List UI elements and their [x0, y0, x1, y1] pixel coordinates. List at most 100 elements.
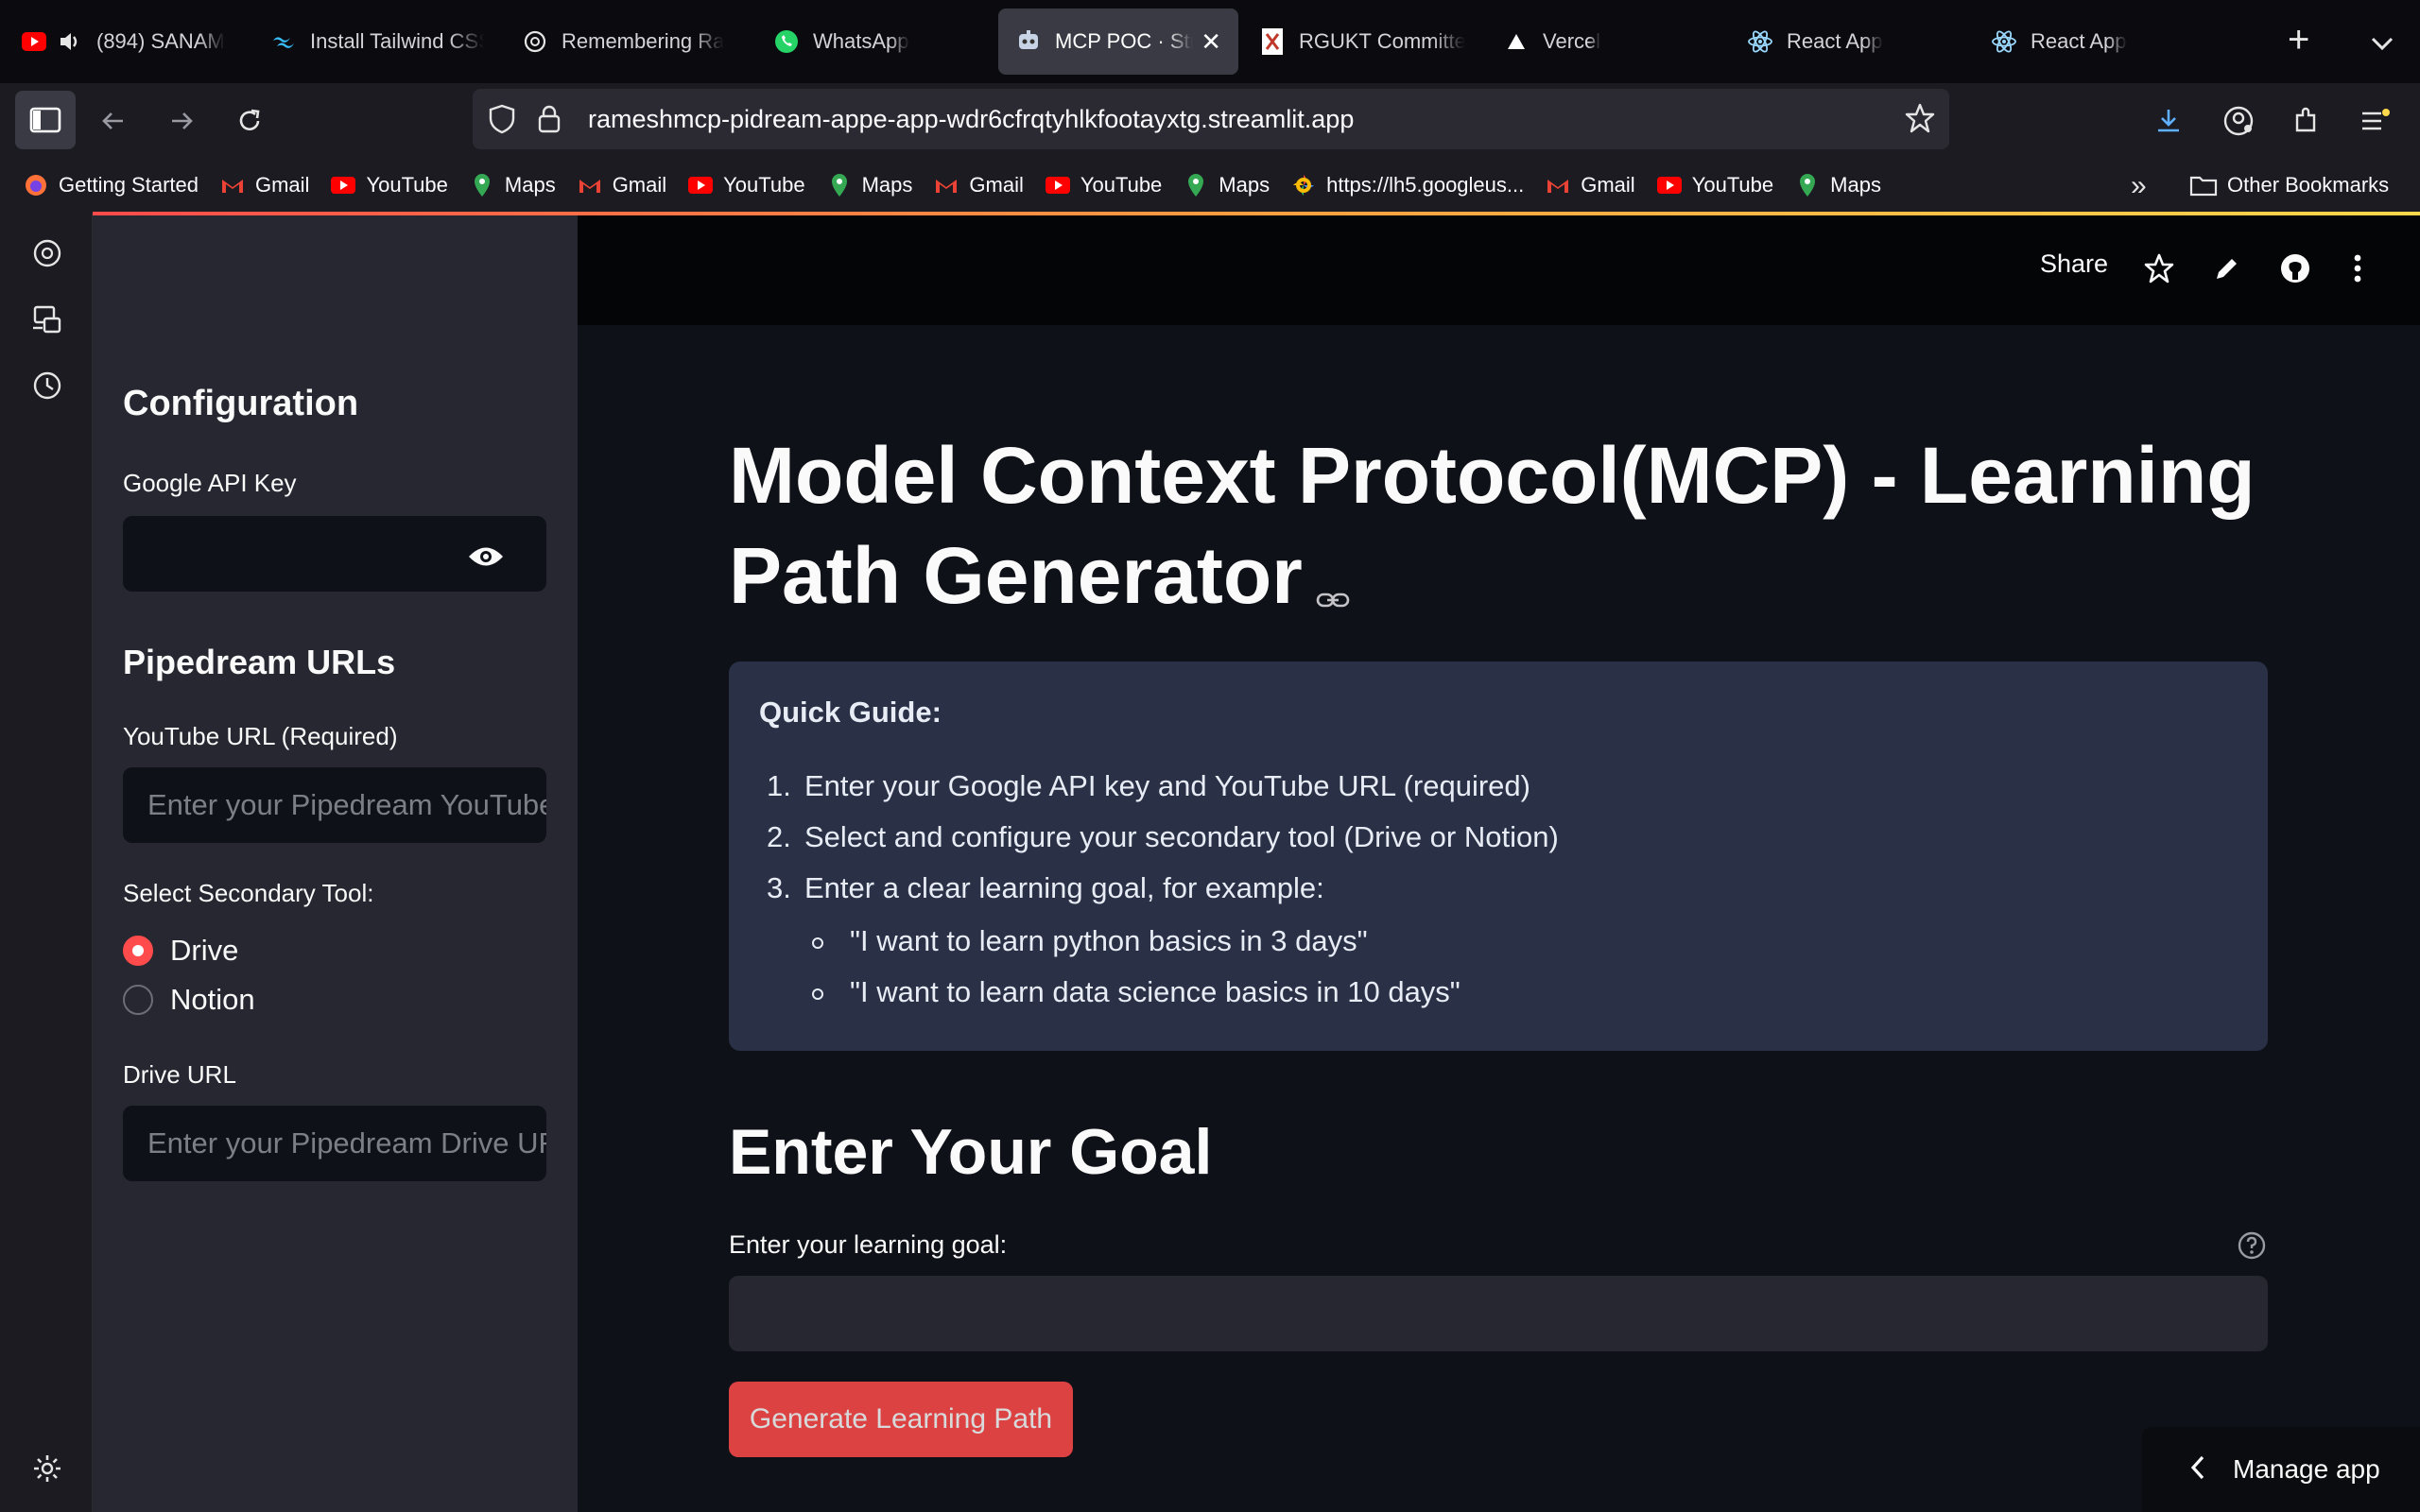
- sidebar-toggle-button[interactable]: [15, 91, 76, 149]
- browser-tab[interactable]: Vercel: [1486, 9, 1726, 75]
- browser-tab[interactable]: React App: [1730, 9, 1970, 75]
- github-icon[interactable]: [2276, 249, 2314, 287]
- downloads-icon[interactable]: [2150, 102, 2187, 140]
- tab-label: React App: [1787, 29, 1883, 53]
- radio-label: Notion: [170, 983, 255, 1016]
- maps-icon: [826, 174, 853, 197]
- bookmark-item[interactable]: Gmail: [219, 173, 309, 198]
- share-button[interactable]: Share: [2040, 249, 2108, 279]
- bullet-icon: [812, 936, 823, 949]
- browser-tab[interactable]: Install Tailwind CSS: [253, 9, 501, 75]
- reload-icon[interactable]: [231, 102, 268, 140]
- url-bar[interactable]: rameshmcp-pidream-appe-app-wdr6cfrqtyhlk…: [473, 89, 1949, 149]
- more-bookmarks-icon[interactable]: »: [2131, 170, 2147, 202]
- browser-tab-active[interactable]: MCP POC · Str ✕: [998, 9, 1238, 75]
- url-text: rameshmcp-pidream-appe-app-wdr6cfrqtyhlk…: [588, 104, 1355, 133]
- radio-option-notion[interactable]: Notion: [123, 983, 255, 1017]
- bookmark-item[interactable]: Maps: [1794, 173, 1881, 198]
- other-bookmarks[interactable]: Other Bookmarks: [2189, 157, 2389, 214]
- shield-icon[interactable]: [488, 104, 516, 139]
- account-icon[interactable]: [2220, 102, 2257, 140]
- browser-tab[interactable]: RGUKT Committe: [1242, 9, 1482, 75]
- bookmark-item[interactable]: Getting Started: [23, 173, 199, 198]
- bookmark-label: Getting Started: [59, 173, 199, 197]
- browser-tab[interactable]: Remembering Ra: [505, 9, 752, 75]
- radio-unselected-icon[interactable]: [123, 985, 153, 1015]
- extensions-icon[interactable]: [2288, 102, 2325, 140]
- drive-url-input[interactable]: Enter your Pipedream Drive URL: [123, 1106, 546, 1181]
- youtube-url-input[interactable]: Enter your Pipedream YouTube URL: [123, 767, 546, 843]
- bookmark-item[interactable]: https://lh5.googleus...: [1290, 173, 1524, 198]
- back-icon[interactable]: [95, 102, 132, 140]
- manage-app-label: Manage app: [2233, 1454, 2380, 1484]
- tab-label: (894) SANAM: [96, 29, 225, 53]
- guide-step: 3. Enter a clear learning goal, for examp…: [767, 871, 1324, 905]
- quick-guide-box: Quick Guide: 1. Enter your Google API key…: [729, 662, 2268, 1051]
- browser-tab[interactable]: (894) SANAM: [4, 9, 250, 75]
- chatbot-icon[interactable]: [28, 234, 66, 272]
- quick-guide-title: Quick Guide:: [759, 696, 942, 729]
- bookmark-label: YouTube: [1080, 173, 1163, 197]
- learning-goal-input[interactable]: [729, 1276, 2268, 1351]
- radio-option-drive[interactable]: Drive: [123, 934, 238, 968]
- page-title-text: Model Context Protocol(MCP) - Learning P…: [729, 431, 2256, 620]
- speaker-icon[interactable]: [57, 28, 83, 55]
- generate-learning-path-button[interactable]: Generate Learning Path: [729, 1382, 1073, 1457]
- bookmark-item[interactable]: Maps: [1183, 173, 1270, 198]
- bookmark-item[interactable]: Gmail: [577, 173, 666, 198]
- app-menu-icon[interactable]: [2356, 102, 2394, 140]
- bookmark-item[interactable]: YouTube: [1656, 173, 1773, 198]
- bookmark-star-icon[interactable]: [1904, 102, 1936, 139]
- example-text: "I want to learn data science basics in …: [850, 975, 1461, 1008]
- other-bookmarks-label: Other Bookmarks: [2227, 173, 2390, 197]
- bookmark-item[interactable]: YouTube: [687, 173, 805, 198]
- drive-url-placeholder: Enter your Pipedream Drive URL: [147, 1126, 546, 1160]
- bookmark-label: https://lh5.googleus...: [1326, 173, 1525, 197]
- gmail-icon: [933, 174, 959, 197]
- show-password-icon[interactable]: [467, 542, 505, 576]
- youtube-icon: [1045, 174, 1071, 197]
- drive-url-label: Drive URL: [123, 1060, 236, 1089]
- history-icon[interactable]: [28, 367, 66, 404]
- youtube-icon: [687, 174, 714, 197]
- bookmark-item[interactable]: Gmail: [1545, 173, 1635, 198]
- more-vertical-icon[interactable]: [2339, 249, 2377, 287]
- whatsapp-icon: [773, 28, 800, 55]
- bookmark-item[interactable]: YouTube: [1045, 173, 1162, 198]
- list-all-tabs-icon[interactable]: [2363, 25, 2401, 62]
- manage-app-button[interactable]: Manage app: [2142, 1427, 2420, 1512]
- tab-label: WhatsApp: [813, 29, 909, 53]
- tab-label: Vercel: [1543, 29, 1601, 53]
- sidebar-settings-icon[interactable]: [28, 1450, 66, 1487]
- close-tab-icon[interactable]: ✕: [1201, 27, 1221, 57]
- browser-tab[interactable]: React App: [1974, 9, 2214, 75]
- tab-label: MCP POC · Str: [1055, 29, 1194, 53]
- vercel-icon: [1503, 28, 1530, 55]
- new-tab-icon[interactable]: +: [2288, 21, 2309, 59]
- link-anchor-icon[interactable]: [1316, 532, 1350, 632]
- forward-icon[interactable]: [163, 102, 200, 140]
- secondary-tool-label: Select Secondary Tool:: [123, 879, 374, 907]
- edit-pencil-icon[interactable]: [2208, 249, 2246, 287]
- star-icon[interactable]: [2140, 249, 2178, 287]
- bookmark-item[interactable]: Maps: [826, 173, 912, 198]
- pipedream-urls-heading: Pipedream URLs: [123, 643, 396, 681]
- openai-icon: [522, 28, 548, 55]
- synced-tabs-icon[interactable]: [28, 301, 66, 338]
- guide-example: "I want to learn python basics in 3 days…: [812, 924, 1368, 958]
- browser-tab[interactable]: WhatsApp: [756, 9, 994, 75]
- bookmark-item[interactable]: Maps: [469, 173, 556, 198]
- gmail-icon: [1545, 174, 1571, 197]
- photos-icon: [1290, 174, 1317, 197]
- youtube-icon: [1656, 174, 1683, 197]
- sidebar-icon: [29, 107, 61, 133]
- lock-icon[interactable]: [537, 104, 562, 139]
- radio-selected-icon[interactable]: [123, 936, 153, 966]
- bookmark-item[interactable]: YouTube: [330, 173, 448, 198]
- youtube-url-placeholder: Enter your Pipedream YouTube URL: [147, 788, 546, 821]
- api-key-input[interactable]: [123, 516, 546, 592]
- bookmark-label: Maps: [1219, 173, 1270, 197]
- help-icon[interactable]: [2237, 1230, 2267, 1261]
- bookmark-item[interactable]: Gmail: [933, 173, 1024, 198]
- step-text: Enter your Google API key and YouTube UR…: [804, 769, 1530, 802]
